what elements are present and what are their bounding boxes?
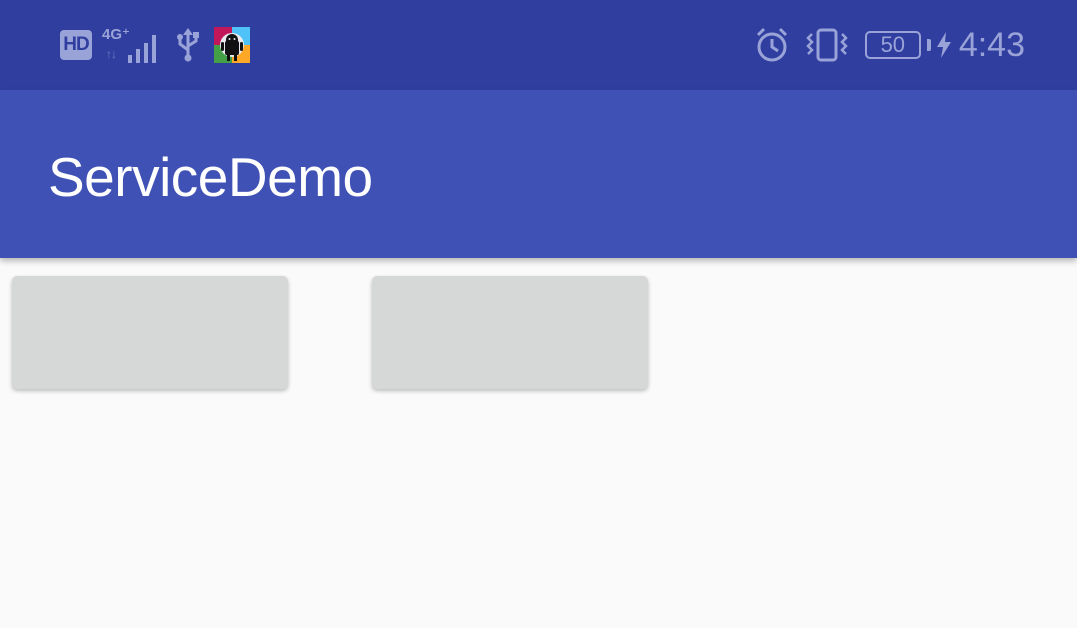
signal-icon: 4G⁺ ↑↓ <box>102 26 162 63</box>
app-bar: ServiceDemo <box>0 90 1077 258</box>
usb-icon <box>176 28 200 62</box>
vibrate-icon <box>805 28 849 62</box>
battery-tip <box>926 39 931 51</box>
charging-bolt-icon <box>936 32 951 58</box>
alarm-icon <box>755 27 789 63</box>
hd-label: HD <box>63 34 89 55</box>
app-title: ServiceDemo <box>48 146 373 208</box>
battery-level: 50 <box>880 32 906 57</box>
app-notification-icon <box>214 27 250 63</box>
second-button[interactable] <box>372 276 648 389</box>
status-bar-left: HD 4G⁺ ↑↓ <box>60 26 250 64</box>
status-bar: HD 4G⁺ ↑↓ 50 4:43 <box>0 0 1077 90</box>
first-button[interactable] <box>12 276 288 389</box>
main-content <box>0 258 1077 628</box>
status-bar-clock: 4:43 <box>958 26 1025 64</box>
status-bar-right: 50 4:43 <box>755 26 1025 64</box>
network-activity-arrows: ↑↓ <box>106 47 117 61</box>
hd-icon: HD <box>60 30 92 60</box>
signal-bars-icon <box>128 35 156 63</box>
battery-icon: 50 <box>864 31 921 59</box>
